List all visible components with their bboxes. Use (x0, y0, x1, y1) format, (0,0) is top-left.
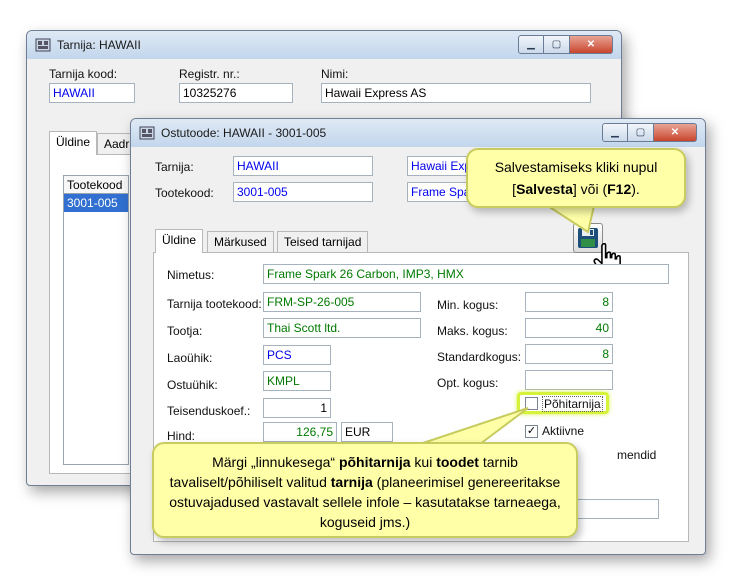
minimize-button[interactable]: ▁ (602, 123, 628, 142)
conversion-field[interactable]: 1 (263, 398, 331, 418)
maximize-button[interactable]: ▢ (544, 35, 569, 54)
list-header[interactable]: Tootekood (64, 176, 128, 194)
partial-label: mendid (617, 448, 657, 462)
name-field[interactable]: Hawaii Express AS (321, 83, 591, 103)
currency-field[interactable]: EUR (341, 422, 393, 442)
supplier-name-field[interactable]: Hawaii Exp (407, 156, 477, 176)
min-qty-field[interactable]: 8 (525, 292, 613, 312)
name-label: Nimi: (321, 67, 349, 81)
active-label[interactable]: Aktiivne (542, 424, 584, 438)
min-qty-label: Min. kogus: (437, 298, 499, 312)
list-row[interactable]: 3001-005 (64, 194, 128, 212)
manufacturer-field[interactable]: Thai Scott ltd. (263, 318, 421, 338)
reg-nr-label: Registr. nr.: (179, 67, 240, 81)
maximize-button[interactable]: ▢ (628, 123, 653, 142)
product-window: Ostutoode: HAWAII - 3001-005 ▁ ▢ ✕ Tarni… (130, 118, 706, 555)
opt-qty-field[interactable] (525, 370, 613, 390)
product-window-titlebar[interactable]: Ostutoode: HAWAII - 3001-005 ▁ ▢ ✕ (131, 119, 705, 147)
main-supplier-checkbox[interactable] (525, 397, 538, 410)
product-code-field[interactable]: 3001-005 (233, 182, 373, 202)
main-supplier-label[interactable]: Põhitarnija (542, 396, 603, 412)
std-qty-label: Standardkogus: (437, 350, 522, 364)
reg-nr-field[interactable]: 10325276 (179, 83, 293, 103)
app-icon (35, 38, 51, 52)
opt-qty-label: Opt. kogus: (437, 376, 499, 390)
minimize-button[interactable]: ▁ (518, 35, 544, 54)
product-list[interactable]: Tootekood 3001-005 (63, 175, 129, 465)
conversion-label: Teisenduskoef.: (167, 404, 251, 418)
supplier-label: Tarnija: (155, 160, 194, 174)
supplier-window-titlebar[interactable]: Tarnija: HAWAII ▁ ▢ ✕ (27, 31, 621, 59)
max-qty-label: Maks. kogus: (437, 324, 508, 338)
product-window-title: Ostutoode: HAWAII - 3001-005 (161, 126, 327, 140)
close-button[interactable]: ✕ (569, 35, 613, 54)
price-field[interactable]: 126,75 (263, 422, 337, 442)
tab-general[interactable]: Üldine (155, 229, 204, 253)
active-checkbox[interactable]: ✓ (525, 425, 538, 438)
supplier-product-code-label: Tarnija tootekood: (167, 297, 262, 311)
product-name-field[interactable]: Frame Spar (407, 182, 477, 202)
tab-general[interactable]: Üldine (49, 131, 98, 155)
tab-notes[interactable]: Märkused (207, 231, 274, 253)
supplier-product-code-field[interactable]: FRM-SP-26-005 (263, 292, 421, 312)
purchase-unit-field[interactable]: KMPL (263, 371, 331, 391)
close-button[interactable]: ✕ (653, 123, 697, 142)
app-icon (139, 126, 155, 140)
supplier-window-title: Tarnija: HAWAII (57, 38, 141, 52)
supplier-field[interactable]: HAWAII (233, 156, 373, 176)
stock-unit-field[interactable]: PCS (263, 345, 331, 365)
manufacturer-label: Tootja: (167, 324, 203, 338)
supplier-code-field[interactable]: HAWAII (49, 83, 135, 103)
max-qty-field[interactable]: 40 (525, 318, 613, 338)
price-label: Hind: (167, 429, 196, 443)
name-label: Nimetus: (167, 268, 215, 282)
stock-unit-label: Laoühik: (167, 351, 213, 365)
tab-other-suppliers[interactable]: Teised tarnijad (277, 231, 369, 253)
supplier-code-label: Tarnija kood: (49, 67, 118, 81)
partial-field[interactable] (577, 499, 659, 519)
purchase-unit-label: Ostuühik: (167, 378, 218, 392)
std-qty-field[interactable]: 8 (525, 344, 613, 364)
product-code-label: Tootekood: (155, 186, 214, 200)
name-field[interactable]: Frame Spark 26 Carbon, IMP3, HMX (263, 264, 669, 284)
